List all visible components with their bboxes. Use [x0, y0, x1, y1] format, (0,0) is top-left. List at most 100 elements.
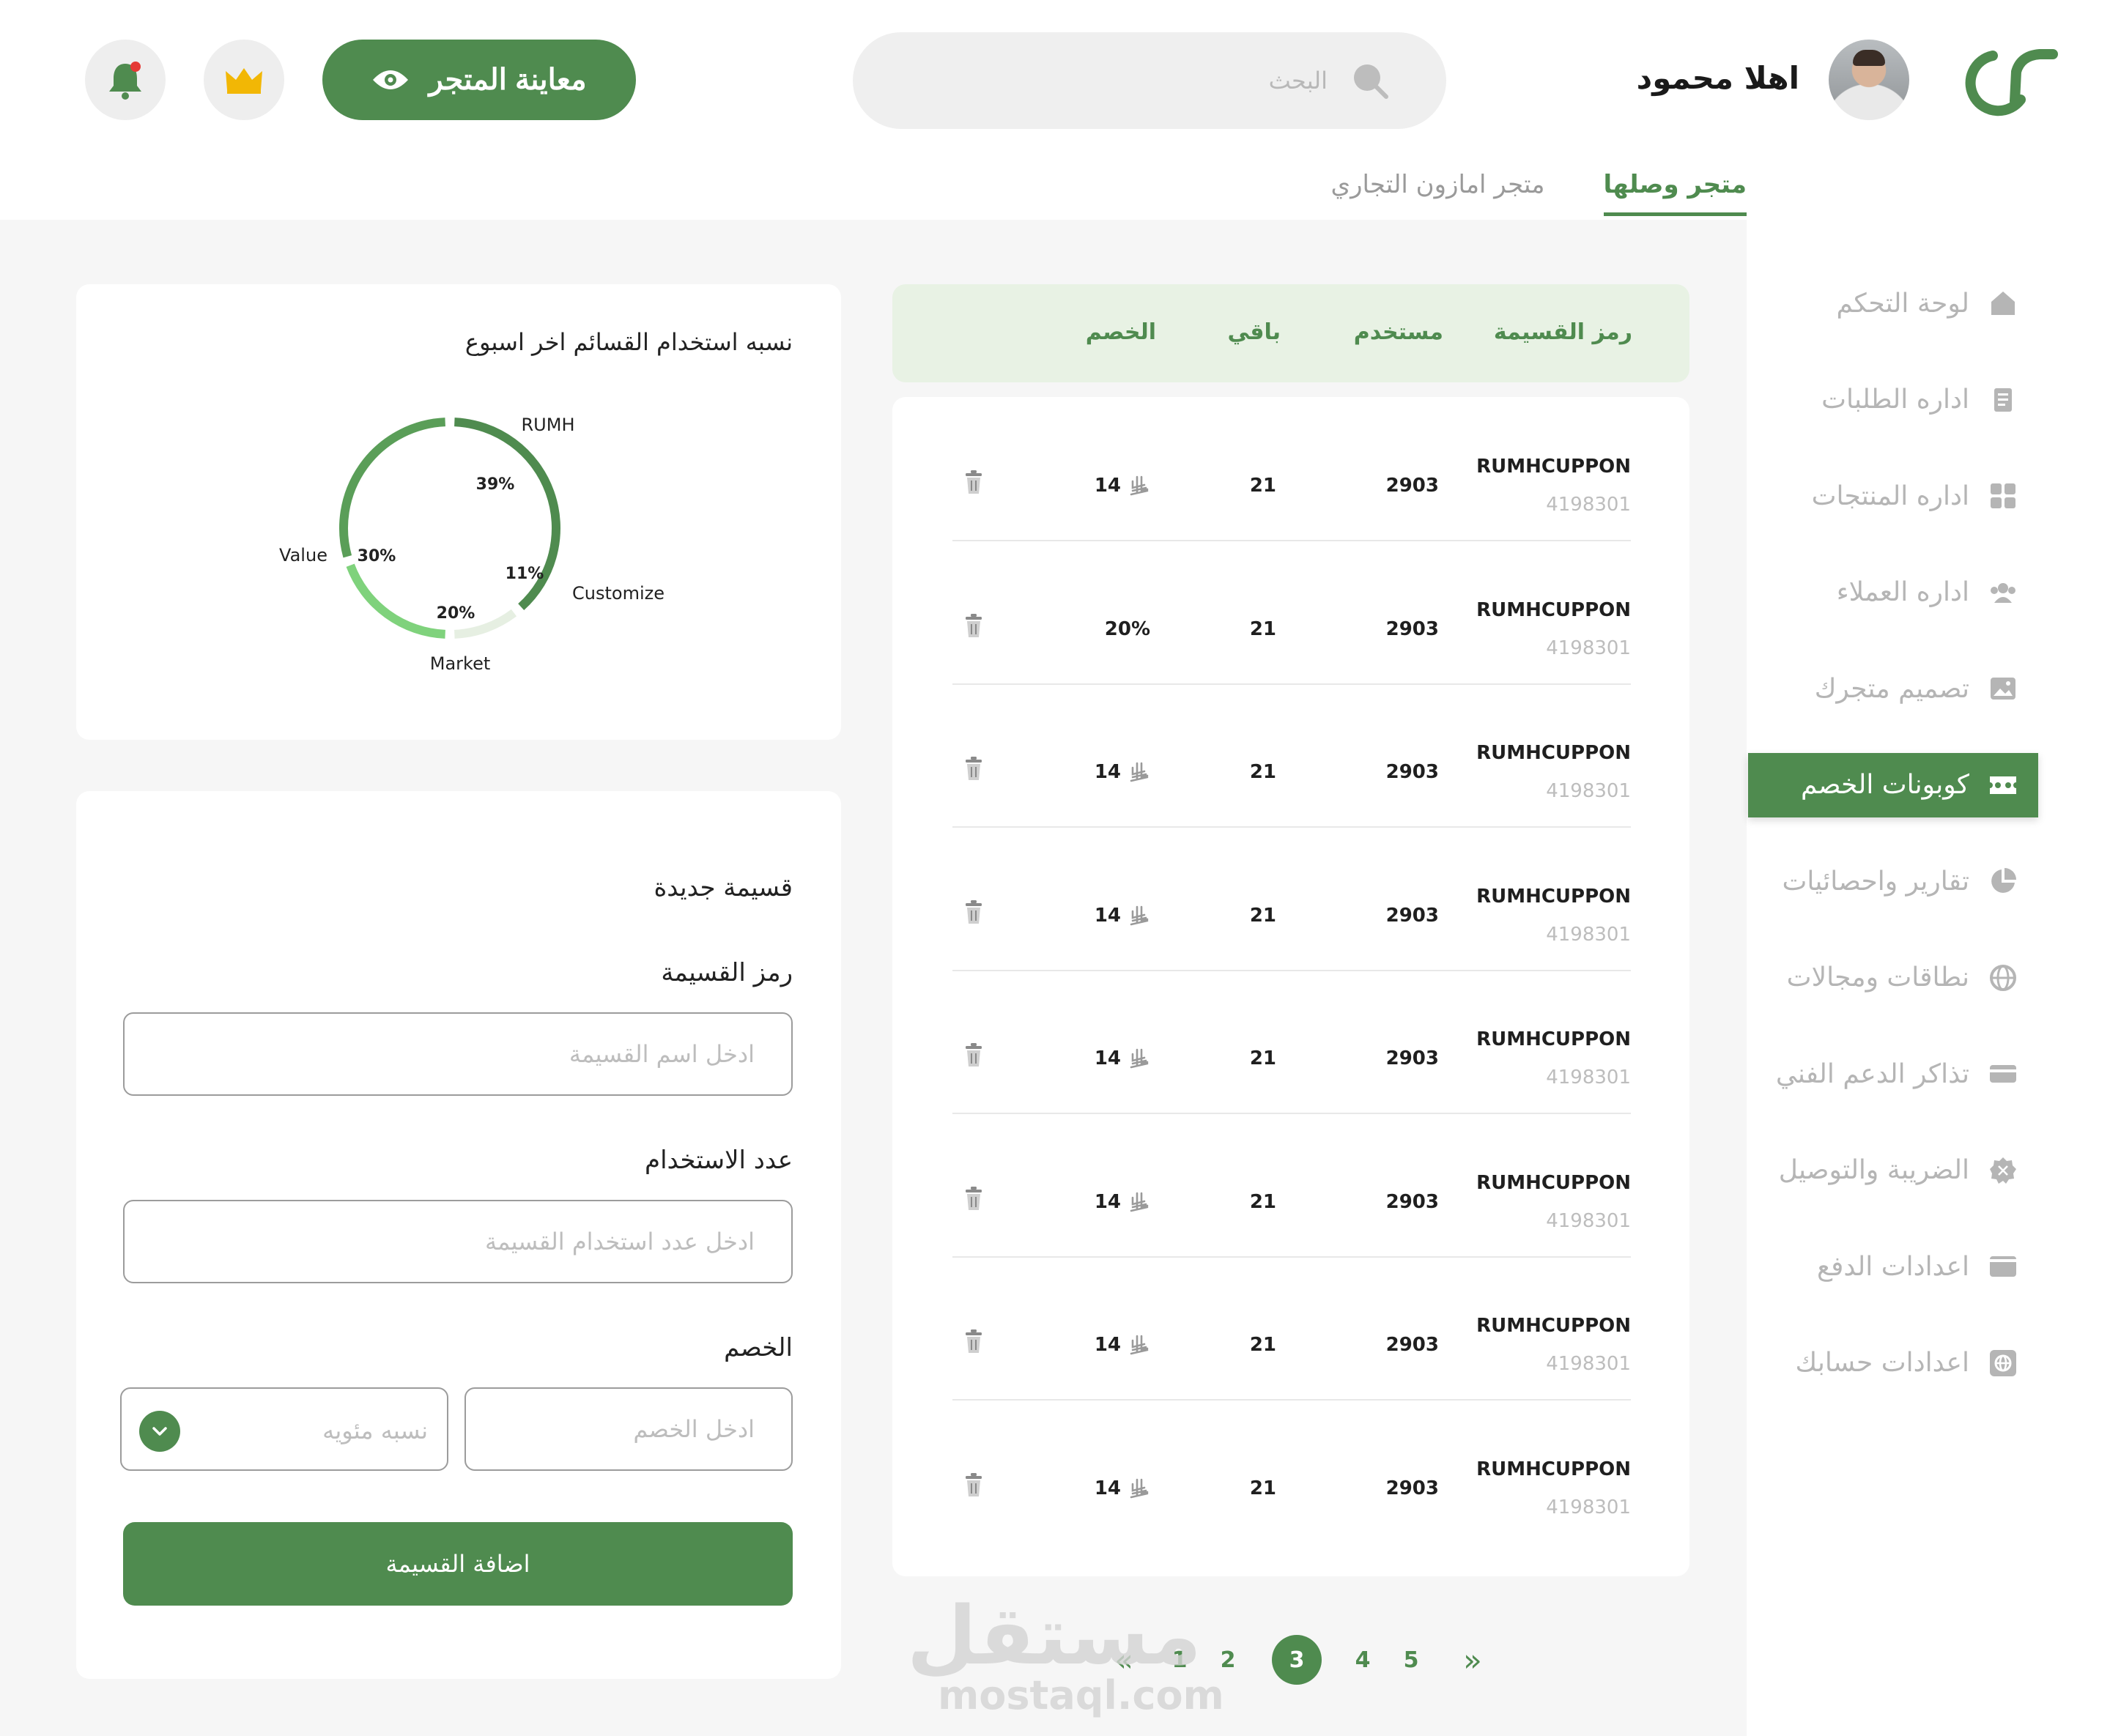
donut-value-label: 30% — [358, 547, 396, 565]
sidebar-item-8[interactable]: نطاقات ومجالات — [1748, 946, 2038, 1010]
discount-amount: 14 — [1094, 1477, 1121, 1499]
sidebar-item-9[interactable]: تذاكر الدعم الفني — [1748, 1042, 2038, 1106]
card-icon — [1990, 1065, 2016, 1083]
coupon-id: 4198301 — [1546, 1496, 1631, 1518]
coupon-code-input[interactable] — [221, 1014, 755, 1094]
coupon-code-label: رمز القسيمة — [661, 958, 793, 987]
prev-page-button[interactable]: « — [1099, 1635, 1149, 1685]
page-button-2[interactable]: 2 — [1203, 1635, 1253, 1685]
usage-count-field[interactable] — [123, 1200, 793, 1283]
sidebar: لوحة التحكم اداره الطلبات اداره المنتجات اد… — [1747, 220, 2110, 1736]
image-icon — [1991, 678, 2015, 700]
coupon-id: 4198301 — [1546, 1353, 1631, 1375]
tab-store-wasalha[interactable]: متجر وصلها — [1603, 170, 1747, 216]
coupon-id: 4198301 — [1546, 494, 1631, 516]
donut-value-label: 20% — [437, 604, 475, 623]
next-page-button[interactable]: » — [1448, 1635, 1498, 1685]
usage-count-input[interactable] — [221, 1201, 755, 1282]
delete-icon[interactable] — [963, 899, 985, 925]
remaining-count: 21 — [1249, 617, 1276, 640]
col-header-remaining: باقي — [1227, 319, 1281, 345]
sidebar-item-label: تذاكر الدعم الفني — [1775, 1058, 1969, 1089]
ticket-icon — [1990, 776, 2016, 794]
used-count: 2903 — [1385, 475, 1439, 497]
used-count: 2903 — [1385, 761, 1439, 783]
sidebar-item-2[interactable]: اداره الطلبات — [1748, 368, 2038, 432]
tab-store-amazon[interactable]: متجر امازون التجاري — [1330, 170, 1544, 216]
delete-icon[interactable] — [963, 1186, 985, 1212]
riyal-icon — [1130, 905, 1149, 925]
delete-icon[interactable] — [963, 1329, 985, 1354]
form-title: قسيمة جديدة — [654, 873, 793, 902]
sidebar-item-4[interactable]: اداره العملاء — [1748, 560, 2038, 625]
riyal-icon — [1130, 762, 1149, 782]
page-button-4[interactable]: 4 — [1338, 1635, 1388, 1685]
page-button-3[interactable]: 3 — [1272, 1635, 1322, 1685]
sidebar-item-label: اداره الطلبات — [1821, 385, 1969, 415]
sidebar-item-label: اداره المنتجات — [1811, 481, 1969, 511]
users-icon — [1991, 582, 2015, 603]
remaining-count: 21 — [1249, 475, 1276, 497]
premium-button[interactable] — [204, 40, 284, 120]
coupon-code: RUMHCUPPON — [1476, 1028, 1631, 1050]
avatar[interactable] — [1829, 40, 1909, 120]
sidebar-item-3[interactable]: اداره المنتجات — [1748, 464, 2038, 528]
used-count: 2903 — [1385, 1477, 1439, 1499]
discount-input[interactable] — [494, 1389, 755, 1469]
col-header-used: مستخدم — [1353, 319, 1443, 345]
pie-chart-icon — [1991, 868, 2016, 893]
coupon-code-field[interactable] — [123, 1012, 793, 1096]
settings-globe-icon — [1990, 1349, 2016, 1376]
coupon-code: RUMHCUPPON — [1476, 598, 1631, 621]
sidebar-item-label: لوحة التحكم — [1836, 288, 1969, 319]
grid-icon — [1991, 483, 2015, 508]
page-button-5[interactable]: 5 — [1386, 1635, 1436, 1685]
riyal-icon — [1130, 1048, 1149, 1069]
add-coupon-button[interactable]: اضافة القسيمة — [123, 1522, 793, 1606]
delete-icon[interactable] — [963, 1043, 985, 1068]
delete-icon[interactable] — [963, 613, 985, 639]
search-input[interactable] — [961, 60, 1328, 101]
coupons-table: RUMHCUPPON 4198301 2903 21 14 RUMHCUPPON… — [892, 397, 1689, 1576]
table-row: RUMHCUPPON 4198301 2903 21 20% — [952, 541, 1631, 685]
riyal-icon — [1130, 1478, 1149, 1498]
donut-category-label: Customize — [572, 583, 665, 604]
sidebar-item-label: الضريبة والتوصيل — [1778, 1155, 1969, 1185]
sidebar-item-label: اداره العملاء — [1836, 577, 1969, 607]
sidebar-item-1[interactable]: لوحة التحكم — [1748, 271, 2038, 335]
sidebar-item-6[interactable]: كوبونات الخصم — [1748, 752, 2038, 817]
riyal-icon — [1130, 475, 1149, 496]
used-count: 2903 — [1385, 904, 1439, 927]
sidebar-item-5[interactable]: تصميم متجرك — [1748, 656, 2038, 721]
delete-icon[interactable] — [963, 757, 985, 782]
user-greeting: اهلا محمود — [1636, 60, 1799, 96]
delete-icon[interactable] — [963, 1472, 985, 1498]
remaining-count: 21 — [1249, 1334, 1276, 1356]
coupon-code: RUMHCUPPON — [1476, 1171, 1631, 1194]
sidebar-item-11[interactable]: اعدادات الدفع — [1748, 1234, 2038, 1299]
notifications-button[interactable] — [85, 40, 166, 120]
pagination: «1 2 3 4 5» — [1099, 1628, 1509, 1686]
discount-type-select[interactable]: نسبه مئويه — [120, 1387, 448, 1471]
bell-icon — [109, 62, 141, 100]
delete-icon[interactable] — [963, 470, 985, 495]
discount-value: 14 — [1095, 1191, 1150, 1213]
remaining-count: 21 — [1249, 1477, 1276, 1499]
preview-store-label: معاينة المتجر — [429, 64, 587, 96]
page-button-1[interactable]: 1 — [1155, 1635, 1204, 1685]
discount-field[interactable] — [464, 1387, 793, 1471]
badge-icon — [1990, 1157, 2016, 1184]
coupons-table-header: رمز القسيمة مستخدم باقي الخصم — [892, 284, 1689, 382]
sidebar-item-10[interactable]: الضريبة والتوصيل — [1748, 1138, 2038, 1203]
search-bar[interactable] — [853, 32, 1446, 129]
coupon-id: 4198301 — [1546, 1209, 1631, 1232]
riyal-icon — [1130, 1192, 1149, 1212]
wallet-icon — [1990, 1256, 2016, 1277]
store-tabs: متجر وصلها متجر امازون التجاري — [1330, 170, 1747, 216]
chevron-down-icon[interactable] — [139, 1411, 180, 1452]
sidebar-item-7[interactable]: تقارير واحصائيات — [1748, 849, 2038, 913]
preview-store-button[interactable]: معاينة المتجر — [322, 40, 636, 120]
coupon-code: RUMHCUPPON — [1476, 885, 1631, 908]
donut-value-label: 39% — [476, 475, 515, 494]
sidebar-item-12[interactable]: اعدادات حسابك — [1748, 1331, 2038, 1395]
